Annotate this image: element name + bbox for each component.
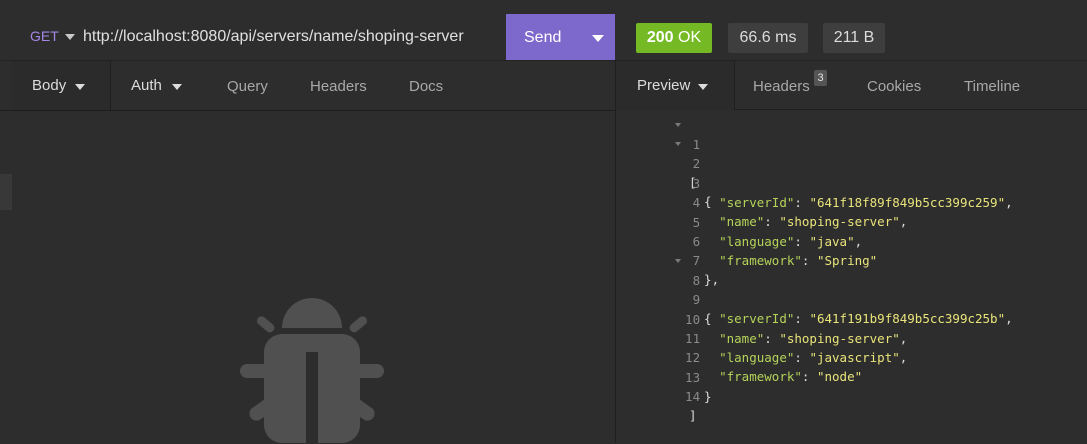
json-value: javascript [816,350,893,365]
json-value: node [824,369,855,385]
send-button-label: Send [524,29,562,46]
line-number: 5 [692,214,701,230]
fold-icon[interactable] [675,142,681,147]
line-number: 10 [685,311,701,327]
fold-icon[interactable] [675,123,681,127]
chevron-down-icon[interactable] [65,34,75,40]
tab-body[interactable]: Body [12,61,111,110]
tab-auth-label: Auth [131,77,162,94]
fold-icon[interactable] [675,258,681,263]
chevron-down-icon[interactable] [592,35,604,42]
code-line: 14 ] [630,368,700,423]
line-number: 11 [685,331,701,346]
send-button[interactable]: Send [506,14,615,60]
tab-auth[interactable]: Auth [131,61,201,110]
code-line: 5 "language": "java", [630,194,863,249]
code-line: 13 } [630,349,712,404]
code-line: 7 }, [630,232,720,287]
method-selector[interactable]: GET [30,28,59,44]
line-number: 9 [692,292,701,308]
pane-divider[interactable] [615,60,616,443]
tab-preview-label: Preview [637,77,691,94]
line-number: 8 [692,272,701,288]
status-code: 200 [646,29,674,46]
line-number: 2 [692,156,701,172]
line-number: 3 [692,175,701,191]
tab-timeline[interactable]: Timeline [964,78,1020,95]
line-number: 14 [685,389,701,405]
line-number: 13 [685,369,701,385]
tab-cookies[interactable]: Cookies [867,78,921,95]
code-line: 3 "serverId": "641f18f89f849b5cc399c259"… [630,155,1013,210]
json-value: 641f191b9f849b5cc399c25b [816,311,998,327]
json-value: shoping-server [786,330,893,346]
tab-docs[interactable]: Docs [409,78,443,95]
json-value: shoping-server [786,214,893,230]
tab-preview[interactable]: Preview [616,61,735,110]
code-line: 10 "name": "shoping-server", [630,291,907,346]
chevron-down-icon [698,84,708,90]
tab-underline [734,109,1087,110]
chevron-down-icon [172,84,182,90]
url-input[interactable]: http://localhost:8080/api/servers/name/s… [83,28,464,46]
code-line: 4 "name": "shoping-server", [630,174,908,229]
json-value: 641f18f89f849b5cc399c259 [816,194,998,210]
response-time-badge: 66.6 ms [728,23,808,53]
status-badge: 200 OK [636,23,712,53]
code-line: 2 { [630,135,712,209]
sidebar-handle[interactable] [0,174,12,210]
code-line: 11 "language": "javascript", [630,310,907,365]
line-number: 4 [692,195,701,211]
code-line: 8 { [630,252,712,326]
headers-count-badge: 3 [814,70,827,86]
line-number: 12 [685,350,701,366]
code-line: 1 [ [630,116,700,190]
line-number: 6 [692,234,701,249]
json-value: Spring [824,253,870,268]
code-line: 12 "framework": "node" [630,329,862,384]
bug-icon [240,298,384,443]
tab-query[interactable]: Query [227,78,268,95]
tab-headers[interactable]: Headers [310,78,367,95]
chevron-down-icon [75,84,85,90]
code-line: 6 "framework": "Spring" [630,213,878,268]
tab-body-label: Body [32,77,67,94]
code-line: 9 "serverId": "641f191b9f849b5cc399c25b"… [630,271,1013,326]
json-value: java [816,233,848,249]
response-size-badge: 211 B [823,23,885,53]
tab-response-headers[interactable]: Headers [753,78,810,95]
status-text: OK [678,29,702,46]
